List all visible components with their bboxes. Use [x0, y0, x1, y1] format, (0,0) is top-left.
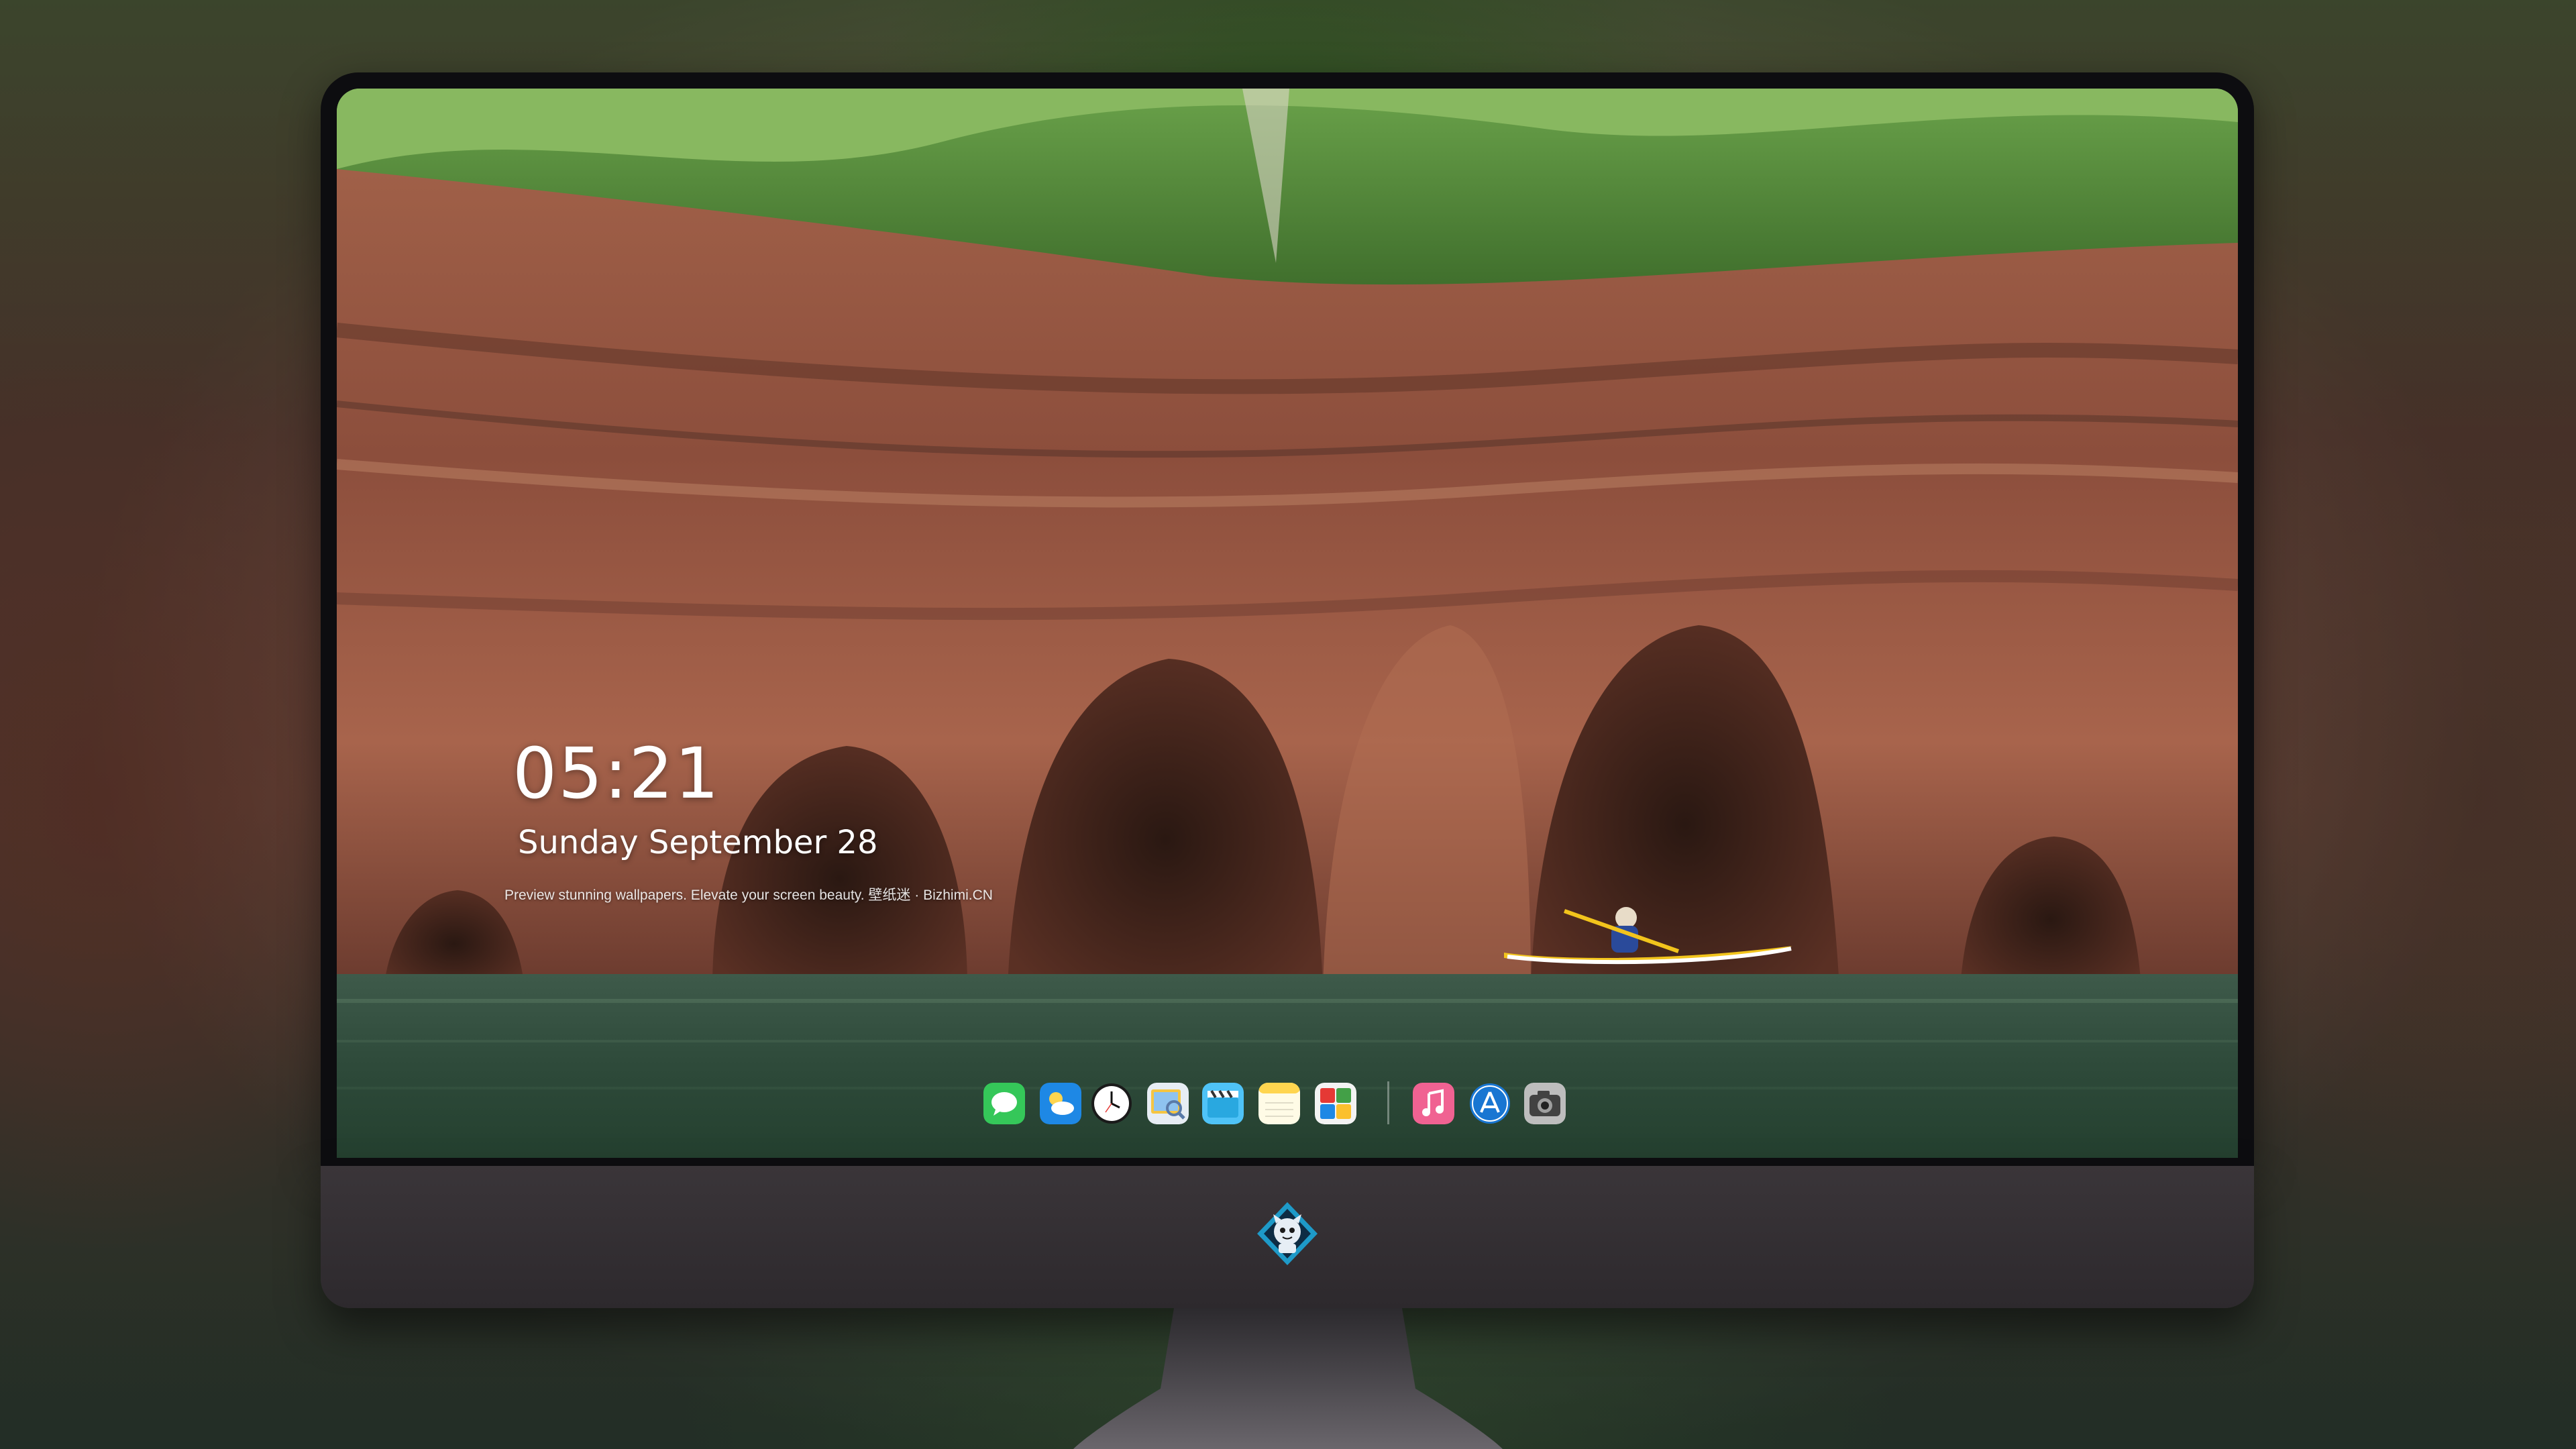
monitor-bezel: 05:21 Sunday September 28 Preview stunni…: [321, 72, 2254, 1166]
preview-icon[interactable]: [1147, 1083, 1189, 1124]
monitor-chin: [321, 1166, 2254, 1308]
clock-icon[interactable]: [1091, 1083, 1132, 1124]
dock: [983, 1075, 1587, 1132]
lockscreen-clock: 05:21: [513, 733, 720, 814]
dock-separator: [1387, 1081, 1389, 1124]
notes-icon[interactable]: [1258, 1083, 1300, 1124]
monitor: 05:21 Sunday September 28 Preview stunni…: [321, 72, 2254, 1449]
photo-booth-icon[interactable]: [1315, 1083, 1356, 1124]
weather-icon[interactable]: [1040, 1083, 1081, 1124]
bizhimi-mascot-icon: [1257, 1202, 1318, 1265]
lockscreen-tagline: Preview stunning wallpapers. Elevate you…: [504, 888, 993, 903]
messages-icon[interactable]: [983, 1083, 1025, 1124]
monitor-stand: [1073, 1308, 1503, 1449]
wallpaper-image: [337, 89, 2238, 1158]
camera-icon[interactable]: [1524, 1083, 1566, 1124]
monitor-screen: 05:21 Sunday September 28 Preview stunni…: [337, 89, 2238, 1158]
app-store-icon[interactable]: [1469, 1083, 1511, 1124]
clips-icon[interactable]: [1202, 1083, 1244, 1124]
lockscreen-date: Sunday September 28: [518, 824, 878, 861]
music-icon[interactable]: [1413, 1083, 1454, 1124]
